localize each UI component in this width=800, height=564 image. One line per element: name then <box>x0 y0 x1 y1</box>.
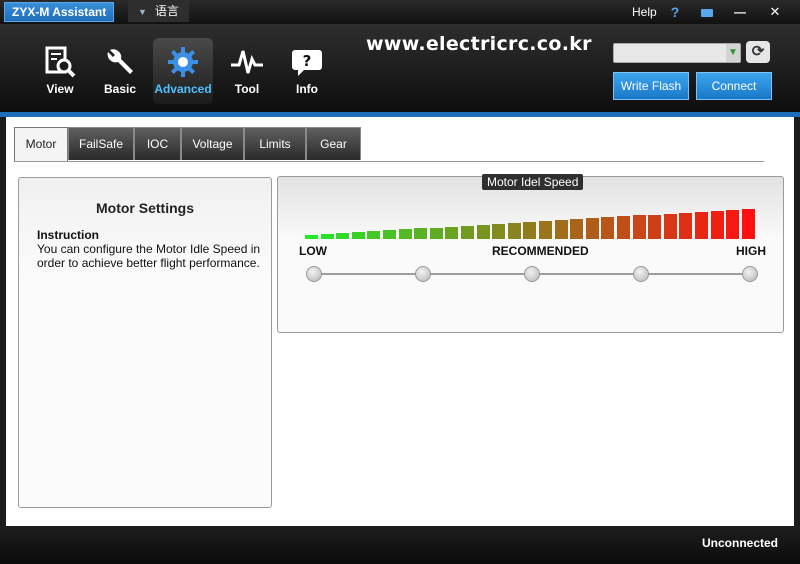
slider-stop[interactable] <box>524 266 540 282</box>
write-flash-button[interactable]: Write Flash <box>613 72 689 100</box>
speed-level-bar <box>383 230 396 239</box>
language-selector[interactable]: ▼ 语言 <box>128 0 189 22</box>
speed-level-bar <box>429 228 443 239</box>
dropdown-arrow-icon: ▼ <box>138 7 147 17</box>
nav-tool[interactable]: Tool <box>217 38 277 104</box>
speed-level-bar <box>695 212 708 239</box>
app-title: ZYX-M Assistant <box>4 2 115 22</box>
website-banner: www.electricrc.co.kr <box>366 33 592 55</box>
speed-level-bar <box>710 211 724 239</box>
speed-level-bar <box>336 233 350 239</box>
nav-label: Basic <box>103 82 137 96</box>
tab-gear[interactable]: Gear <box>306 127 361 160</box>
nav-view[interactable]: View <box>30 38 90 104</box>
pulse-icon <box>217 38 277 82</box>
nav-basic[interactable]: Basic <box>90 38 150 104</box>
motor-settings-panel: Motor Settings Instruction You can confi… <box>18 177 272 508</box>
speed-level-bar <box>507 223 521 239</box>
nav-label: Tool <box>234 82 260 96</box>
nav-label: Info <box>296 82 318 96</box>
speed-level-bar <box>461 226 474 239</box>
tab-divider <box>14 161 764 162</box>
help-label[interactable]: Help <box>632 0 657 24</box>
tab-failsafe[interactable]: FailSafe <box>68 127 134 160</box>
speed-level-bar <box>632 215 646 239</box>
speed-level-bar <box>617 216 630 239</box>
instruction-text: You can configure the Motor Idle Speed i… <box>37 242 261 270</box>
speed-level-bar <box>726 210 740 239</box>
nav-info[interactable]: ? Info <box>277 38 337 104</box>
idle-speed-group: Motor Idel Speed LOW RECOMMENDED HIGH <box>277 174 784 333</box>
tab-ioc[interactable]: IOC <box>134 127 181 160</box>
status-bar: Unconnected <box>0 526 800 564</box>
speed-level-bar <box>305 235 318 239</box>
main-toolbar: View Basic Advanced Tool ? Info www.elec… <box>0 24 800 112</box>
nav-label: Advanced <box>154 82 212 96</box>
speed-level-bar <box>585 218 599 239</box>
dropdown-arrow-icon[interactable]: ▼ <box>726 44 740 62</box>
speed-level-bar <box>554 220 568 239</box>
recommended-label: RECOMMENDED <box>492 244 589 258</box>
speed-level-bar <box>523 222 537 239</box>
help-icon[interactable]: ? <box>664 0 686 24</box>
slider-stop[interactable] <box>633 266 649 282</box>
minimize-button[interactable]: — <box>730 0 750 24</box>
speed-level-bar <box>570 219 584 239</box>
tab-limits[interactable]: Limits <box>244 127 306 160</box>
question-bubble-icon: ? <box>277 38 337 82</box>
speed-level-bar <box>398 229 412 239</box>
slider-stop[interactable] <box>742 266 758 282</box>
svg-text:?: ? <box>303 52 312 70</box>
speed-level-bar <box>663 214 677 239</box>
slider-stop[interactable] <box>415 266 431 282</box>
speed-level-bar <box>351 232 365 239</box>
speed-level-bar <box>679 213 693 239</box>
speed-level-bar <box>445 227 459 239</box>
gear-icon <box>153 38 213 82</box>
speed-level-bar <box>492 224 506 239</box>
speed-level-bars <box>278 177 783 247</box>
close-button[interactable]: ✕ <box>765 0 785 24</box>
speed-level-bar <box>648 215 662 239</box>
speed-level-bar <box>601 217 615 239</box>
speed-level-bar <box>741 209 755 239</box>
low-label: LOW <box>299 244 327 258</box>
content-area: Motor FailSafe IOC Voltage Limits Gear M… <box>6 117 794 526</box>
feedback-icon[interactable] <box>697 0 717 24</box>
instruction-title: Instruction <box>37 228 99 242</box>
title-bar: ZYX-M Assistant ▼ 语言 Help ? — ✕ <box>0 0 800 24</box>
high-label: HIGH <box>736 244 766 258</box>
speed-level-bar <box>539 221 552 239</box>
nav-label: View <box>46 82 74 96</box>
slider-stop[interactable] <box>306 266 322 282</box>
speed-level-bar <box>476 225 490 239</box>
panel-title: Motor Settings <box>96 200 194 216</box>
connection-status: Unconnected <box>701 536 778 550</box>
magnifier-document-icon <box>30 38 90 82</box>
tab-motor[interactable]: Motor <box>14 127 68 161</box>
port-dropdown[interactable]: ▼ <box>613 43 741 63</box>
refresh-button[interactable]: ⟳ <box>746 41 770 63</box>
speed-level-bar <box>320 234 334 239</box>
tab-voltage[interactable]: Voltage <box>181 127 244 160</box>
language-label: 语言 <box>154 4 179 18</box>
speed-level-bar <box>367 231 381 239</box>
nav-advanced[interactable]: Advanced <box>153 38 213 104</box>
connect-button[interactable]: Connect <box>696 72 772 100</box>
wrench-icon <box>90 38 150 82</box>
speed-level-bar <box>414 228 428 239</box>
